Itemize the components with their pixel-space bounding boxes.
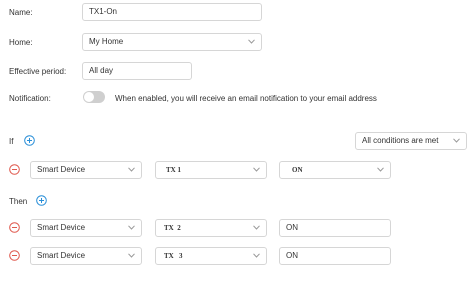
condition-state-value: ON: [292, 166, 303, 174]
action-state-field[interactable]: ON: [279, 247, 391, 265]
notification-description: When enabled, you will receive an email …: [115, 94, 377, 103]
effective-period-field[interactable]: All day: [82, 62, 192, 80]
add-action-plus-circle-icon[interactable]: [36, 195, 47, 206]
remove-action-minus-circle-icon[interactable]: [9, 222, 20, 233]
match-mode-select[interactable]: All conditions are met: [355, 132, 467, 150]
notification-toggle[interactable]: [83, 91, 105, 103]
action-state-field[interactable]: ON: [279, 219, 391, 237]
chevron-down-icon: [128, 253, 135, 258]
condition-state-select[interactable]: ON: [279, 161, 391, 179]
chevron-down-icon: [253, 253, 260, 258]
action-device-select[interactable]: TX 2: [155, 219, 267, 237]
chevron-down-icon: [253, 225, 260, 230]
chevron-down-icon: [453, 138, 460, 143]
chevron-down-icon: [248, 39, 255, 44]
add-condition-plus-circle-icon[interactable]: [24, 135, 35, 146]
chevron-down-icon: [128, 167, 135, 172]
action-type-select[interactable]: Smart Device: [30, 247, 142, 265]
action-type-value: Smart Device: [37, 223, 86, 232]
condition-device-select[interactable]: TX 1: [155, 161, 267, 179]
remove-action-minus-circle-icon[interactable]: [9, 250, 20, 261]
if-label: If: [9, 137, 14, 146]
action-type-select[interactable]: Smart Device: [30, 219, 142, 237]
notification-label: Notification:: [9, 94, 51, 103]
action-device-select[interactable]: TX 3: [155, 247, 267, 265]
name-input[interactable]: TX1-On: [82, 3, 262, 21]
action-type-value: Smart Device: [37, 251, 86, 260]
chevron-down-icon: [253, 167, 260, 172]
condition-type-value: Smart Device: [37, 165, 86, 174]
condition-type-select[interactable]: Smart Device: [30, 161, 142, 179]
match-mode-value: All conditions are met: [362, 136, 439, 145]
home-select[interactable]: My Home: [82, 33, 262, 51]
action-device-value: TX 2: [164, 224, 181, 232]
home-select-value: My Home: [89, 37, 124, 46]
home-label: Home:: [9, 38, 33, 47]
name-label: Name:: [9, 8, 33, 17]
chevron-down-icon: [377, 167, 384, 172]
condition-device-value: TX 1: [166, 166, 181, 174]
remove-condition-minus-circle-icon[interactable]: [9, 164, 20, 175]
chevron-down-icon: [128, 225, 135, 230]
then-label: Then: [9, 197, 28, 206]
effective-period-label: Effective period:: [9, 67, 67, 76]
action-device-value: TX 3: [164, 252, 183, 260]
toggle-knob: [84, 92, 94, 102]
